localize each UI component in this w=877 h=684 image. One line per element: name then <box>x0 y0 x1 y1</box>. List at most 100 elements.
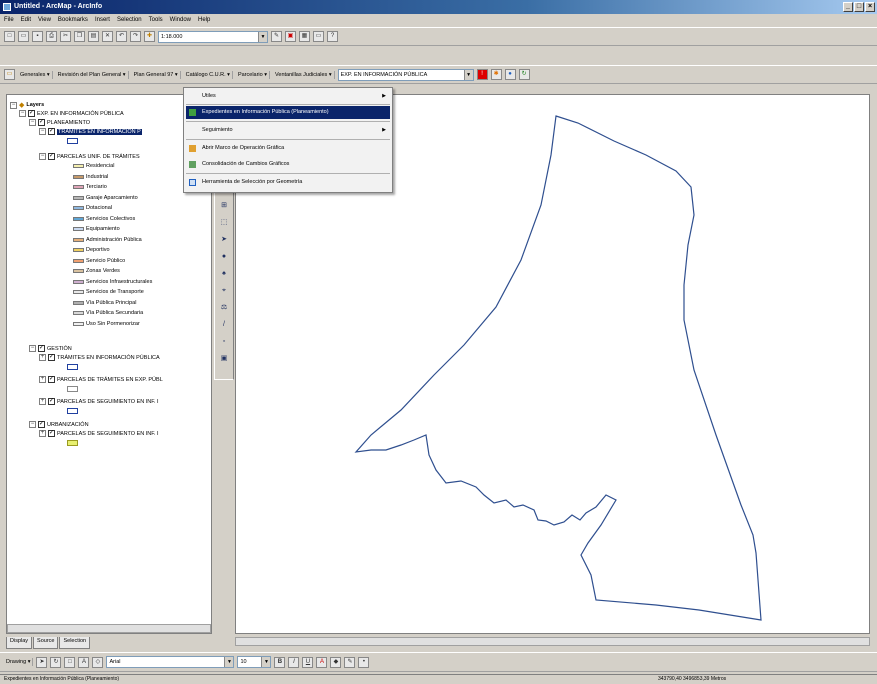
menu-bookmarks[interactable]: Bookmarks <box>58 17 88 23</box>
toc-layer-gestion-seguimiento[interactable]: + ✓ PARCELAS DE SEGUIMIENTO EN INF. I <box>39 398 159 405</box>
refresh-icon[interactable]: ↻ <box>518 69 530 80</box>
legend-label: Administración Pública <box>86 236 142 243</box>
catalog-icon[interactable]: ▦ <box>299 31 310 42</box>
close-button[interactable]: × <box>865 2 875 12</box>
drawing-menu[interactable]: Drawing ▾ <box>4 658 34 666</box>
zoom-layer-icon[interactable]: ⊞ <box>218 200 230 212</box>
toc-layer-gestion-tramites[interactable]: + ✓ TRÁMITES EN INFORMACIÓN PÚBLICA <box>39 354 160 361</box>
legend-swatch <box>73 290 84 294</box>
hyperlink-icon[interactable]: / <box>218 319 230 331</box>
rotate-icon[interactable]: ↻ <box>50 656 62 668</box>
tool-orange-icon[interactable]: ✱ <box>490 69 502 80</box>
identify-red-icon[interactable]: ! <box>476 69 488 80</box>
menu-view[interactable]: View <box>38 17 51 23</box>
command-line-icon[interactable]: ▭ <box>313 31 324 42</box>
parcel-boundary[interactable] <box>354 115 762 621</box>
cut-icon[interactable]: ✂ <box>60 31 71 42</box>
legend-swatch <box>73 279 84 284</box>
editor-toolbar-icon[interactable]: ✎ <box>271 31 282 42</box>
menu-help[interactable]: Help <box>198 17 210 23</box>
whats-this-icon[interactable]: ? <box>327 31 338 42</box>
toc-layer-gestion-parcelas[interactable]: + ✓ PARCELAS DE TRÁMITES EN EXP. PÚBL <box>39 376 163 383</box>
menu-window[interactable]: Window <box>170 17 191 23</box>
toc-layer-tramites[interactable]: − ✓ TRÁMITES EN INFORMACIÓN P <box>39 128 142 135</box>
save-icon[interactable]: ▪ <box>32 31 43 42</box>
menu-selection[interactable]: Selection <box>117 17 142 23</box>
paste-icon[interactable]: ▤ <box>88 31 99 42</box>
open-icon[interactable]: ▭ <box>18 31 29 42</box>
line-color-icon[interactable]: ✎ <box>344 656 356 668</box>
toc-root[interactable]: − ◆ Layers <box>10 101 44 109</box>
tab-source[interactable]: Source <box>33 637 59 649</box>
go-to-xy-icon[interactable]: ⌖ <box>218 285 230 297</box>
menu-item-consolidacion[interactable]: Consolidación de Cambios Gráficos <box>186 158 390 171</box>
select-elements-icon[interactable]: ➤ <box>36 656 48 668</box>
menu-file[interactable]: File <box>4 17 14 23</box>
legend-item: Garaje Aparcamiento <box>73 195 138 201</box>
menu-plan-general-97[interactable]: Plan General 97 ▾ <box>132 70 181 79</box>
font-combo[interactable]: Arial ▼ <box>106 656 235 668</box>
tab-display[interactable]: Display <box>6 637 33 649</box>
minimize-button[interactable]: _ <box>843 2 853 12</box>
font-color-icon[interactable]: A <box>316 656 328 668</box>
menu-edit[interactable]: Edit <box>21 17 31 23</box>
menu-insert[interactable]: Insert <box>95 17 110 23</box>
select-features-icon[interactable]: ⬚ <box>218 217 230 229</box>
menu-parcelario[interactable]: Parcelario ▾ <box>236 70 271 79</box>
drawing-toolbar: Drawing ▾ ➤ ↻ □ A ◇ Arial ▼ 10 ▼ B I U A… <box>0 652 877 672</box>
folder-icon[interactable]: ▭ <box>4 69 15 80</box>
menu-catalogo-cur[interactable]: Catálogo C.U.R. ▾ <box>184 70 233 79</box>
toc-layer-urb-seguimiento[interactable]: + ✓ PARCELAS DE SEGUIMIENTO EN INF. I <box>39 430 159 437</box>
delete-icon[interactable]: ✕ <box>102 31 113 42</box>
map-horizontal-scrollbar[interactable] <box>235 637 870 646</box>
toc-dataframe[interactable]: − ✓ EXP. EN INFORMACIÓN PÚBLICA <box>19 110 124 117</box>
tab-selection[interactable]: Selection <box>59 637 91 649</box>
underline-icon[interactable]: U <box>302 656 314 668</box>
italic-icon[interactable]: I <box>288 656 300 668</box>
toc-group-planeamiento[interactable]: − ✓ PLANEAMIENTO <box>29 119 90 126</box>
legend-item: Terciario <box>73 184 107 190</box>
bold-icon[interactable]: B <box>274 656 286 668</box>
find-icon[interactable]: ♠ <box>218 268 230 280</box>
menu-item-utiles[interactable]: Utiles ▶ <box>186 90 390 103</box>
toc-layer-parcelas[interactable]: − ✓ PARCELAS UNIF. DE TRÁMITES <box>39 153 140 160</box>
menu-generales[interactable]: Generales ▾ <box>18 70 53 79</box>
time-slider-icon[interactable]: ▣ <box>218 353 230 365</box>
menu-item-seguimiento[interactable]: Seguimiento ▶ <box>186 124 390 137</box>
maximize-button[interactable]: □ <box>854 2 864 12</box>
tools-toolbar: ◀ ▶ ⊞ ⬚ ➤ ● ♠ ⌖ ⚖ / ▫ ▣ <box>214 160 234 380</box>
fill-color-icon[interactable]: ◆ <box>330 656 342 668</box>
legend-swatch <box>73 269 84 273</box>
new-document-icon[interactable]: □ <box>4 31 15 42</box>
menu-item-seleccion-geometria[interactable]: Herramienta de Selección por Geometría <box>186 176 390 189</box>
undo-icon[interactable]: ↶ <box>116 31 127 42</box>
rectangle-icon[interactable]: □ <box>64 656 76 668</box>
menu-ventanillas-judiciales[interactable]: Ventanillas Judiciales ▾ <box>273 70 335 79</box>
toc-group-gestion[interactable]: − ✓ GESTIÓN <box>29 345 72 352</box>
pointer-icon[interactable]: ➤ <box>218 234 230 246</box>
toc-group-urbanizacion[interactable]: − ✓ URBANIZACIÓN <box>29 421 89 428</box>
text-icon[interactable]: A <box>78 656 90 668</box>
legend-item: Residencial <box>73 163 114 169</box>
print-icon[interactable]: ⎙ <box>46 31 57 42</box>
menu-item-expedientes-info-publica[interactable]: Expedientes en Información Pública (Plan… <box>186 106 390 119</box>
redo-icon[interactable]: ↷ <box>130 31 141 42</box>
map-scale-combo[interactable]: 1:18.000 ▼ <box>158 30 268 43</box>
toc-tabs: Display Source Selection <box>6 637 91 649</box>
toc-horizontal-scrollbar[interactable] <box>7 624 211 633</box>
marker-color-icon[interactable]: • <box>358 656 370 668</box>
identify-icon[interactable]: ● <box>218 251 230 263</box>
edit-vertices-icon[interactable]: ◇ <box>92 656 104 668</box>
globe-icon[interactable]: ● <box>504 69 516 80</box>
copy-icon[interactable]: ❐ <box>74 31 85 42</box>
font-size-combo[interactable]: 10 ▼ <box>237 656 272 668</box>
menu-revision-plan-general[interactable]: Revisión del Plan General ▾ <box>56 70 129 79</box>
layer-combo[interactable]: EXP. EN INFORMACIÓN PÚBLICA ▼ <box>337 68 474 81</box>
html-popup-icon[interactable]: ▫ <box>218 336 230 348</box>
arctoolbox-icon[interactable]: ▣ <box>285 31 296 42</box>
legend-label: Zonas Verdes <box>86 268 120 274</box>
menu-item-abrir-marco[interactable]: Abrir Marco de Operación Gráfica <box>186 142 390 155</box>
add-data-icon[interactable]: ✚ <box>144 31 155 42</box>
measure-icon[interactable]: ⚖ <box>218 302 230 314</box>
menu-tools[interactable]: Tools <box>149 17 163 23</box>
